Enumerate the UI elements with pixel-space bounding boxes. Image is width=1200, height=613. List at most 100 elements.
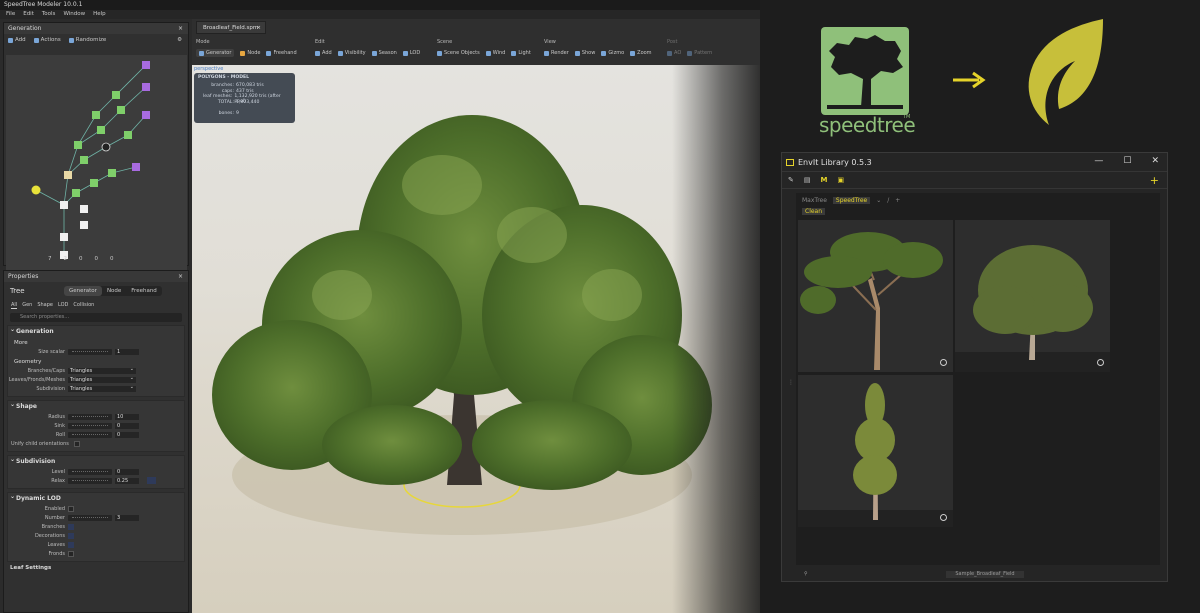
cap-node[interactable] [80, 205, 88, 213]
relax-field[interactable]: 0.25 [115, 477, 139, 484]
search-icon[interactable]: ⚲ [804, 571, 808, 577]
leaf-node[interactable] [117, 106, 125, 114]
scene-objects-button[interactable]: Scene Objects [437, 50, 480, 56]
show-button[interactable]: Show [574, 50, 595, 56]
leaf-node[interactable] [97, 126, 105, 134]
light-button[interactable]: Light [511, 50, 531, 56]
visibility-button[interactable]: Visibility [337, 50, 366, 56]
settings-icon[interactable]: ✎ [788, 176, 794, 184]
subdivision-section-header[interactable]: Subdivision [8, 454, 184, 467]
menu-file[interactable]: File [6, 10, 15, 19]
close-icon[interactable]: × [178, 23, 183, 34]
trunk-node[interactable] [60, 233, 68, 241]
size-scalar-slider[interactable] [68, 348, 112, 355]
tree-root-node[interactable] [31, 185, 41, 195]
zoom-button[interactable]: Zoom [630, 50, 652, 56]
level-slider[interactable] [68, 468, 112, 475]
close-icon[interactable]: × [256, 22, 261, 34]
pattern-button[interactable]: Pattern [687, 50, 712, 56]
roll-slider[interactable] [68, 431, 112, 438]
generator-mode-button[interactable]: Generator [196, 49, 235, 57]
asset-info-icon[interactable] [940, 514, 947, 521]
maxtree-icon[interactable]: M [821, 176, 828, 184]
add-node-button[interactable]: Add [8, 37, 26, 43]
add-icon[interactable]: + [1150, 174, 1159, 187]
leaves-select[interactable]: Triangles [68, 375, 136, 383]
branches-caps-select[interactable]: Triangles [68, 366, 136, 374]
lod-number-slider[interactable] [68, 514, 112, 521]
leaf-node[interactable] [108, 169, 116, 177]
curve-editor-icon[interactable] [147, 477, 156, 484]
asset-thumbnail[interactable] [798, 375, 953, 527]
asset-info-icon[interactable] [1097, 359, 1104, 366]
mode-freehand-button[interactable]: Freehand [126, 286, 162, 296]
splitter-handle[interactable]: ⋮ [788, 379, 794, 386]
relax-slider[interactable] [68, 477, 112, 484]
menu-edit[interactable]: Edit [23, 10, 34, 19]
3d-viewport[interactable]: perspective POLYGONS - MODEL branches: 67… [192, 65, 760, 613]
asset-thumbnail[interactable] [955, 220, 1110, 372]
tab-collision[interactable]: Collision [73, 302, 94, 309]
lod-branches-curve[interactable] [68, 523, 74, 530]
leaf-node[interactable] [124, 131, 132, 139]
property-search-input[interactable]: Search properties... [10, 313, 182, 322]
document-tab[interactable]: Broadleaf_Field.spm × [196, 21, 266, 34]
leaf-settings-header[interactable]: Leaf Settings [4, 562, 188, 572]
tag-clean[interactable]: Clean [802, 208, 826, 215]
lod-button[interactable]: LOD [402, 50, 420, 56]
generation-graph[interactable] [6, 55, 187, 273]
menu-window[interactable]: Window [63, 10, 85, 19]
menu-tools[interactable]: Tools [42, 10, 56, 19]
branch-node[interactable] [64, 171, 72, 179]
size-scalar-field[interactable]: 1 [115, 348, 139, 355]
mode-generator-button[interactable]: Generator [64, 286, 102, 296]
ao-button[interactable]: AO [667, 50, 681, 56]
chevron-down-icon[interactable]: ⌄ [876, 197, 881, 204]
level-field[interactable]: 0 [115, 468, 139, 475]
radius-slider[interactable] [68, 413, 112, 420]
mesh-node[interactable] [101, 142, 111, 152]
close-icon[interactable]: ✕ [1151, 156, 1159, 166]
unify-checkbox[interactable] [74, 440, 80, 447]
tab-maxtree[interactable]: MaxTree [802, 197, 827, 204]
lod-enabled-checkbox[interactable] [68, 505, 74, 512]
leaf-node[interactable] [74, 141, 82, 149]
leaf-node[interactable] [72, 189, 80, 197]
leaf-node[interactable] [112, 91, 120, 99]
sink-field[interactable]: 0 [115, 422, 139, 429]
branch-node[interactable] [60, 201, 68, 209]
node-mode-button[interactable]: Node [240, 50, 260, 56]
asset-thumbnail[interactable] [798, 220, 953, 372]
menu-help[interactable]: Help [93, 10, 106, 19]
lod-fronds-checkbox[interactable] [68, 550, 74, 557]
radius-field[interactable]: 10 [115, 413, 139, 420]
dynamic-lod-section-header[interactable]: Dynamic LOD [8, 491, 184, 504]
close-icon[interactable]: × [178, 271, 183, 282]
edit-add-button[interactable]: Add [315, 50, 332, 56]
actions-button[interactable]: Actions [33, 37, 61, 43]
sink-slider[interactable] [68, 422, 112, 429]
minimize-icon[interactable]: — [1094, 156, 1103, 166]
shape-section-header[interactable]: Shape [8, 399, 184, 412]
tab-gen[interactable]: Gen [22, 302, 32, 309]
mode-node-button[interactable]: Node [102, 286, 126, 296]
list-view-icon[interactable]: ▤ [804, 176, 811, 184]
tab-lod[interactable]: LOD [58, 302, 68, 309]
roll-field[interactable]: 0 [115, 431, 139, 438]
viewport-camera-label[interactable]: perspective [194, 66, 223, 72]
tab-all[interactable]: All [11, 302, 18, 309]
generation-section-header[interactable]: Generation [8, 324, 184, 337]
render-button[interactable]: Render [544, 50, 569, 56]
wind-button[interactable]: Wind [485, 50, 505, 56]
gear-icon[interactable]: ⚙ [177, 37, 182, 43]
maximize-icon[interactable]: ☐ [1123, 156, 1131, 166]
leaf-node[interactable] [80, 156, 88, 164]
cap-node[interactable] [80, 221, 88, 229]
freehand-mode-button[interactable]: Freehand [266, 50, 297, 56]
tab-shape[interactable]: Shape [37, 302, 53, 309]
leaf-node[interactable] [90, 179, 98, 187]
frond-node[interactable] [132, 163, 140, 171]
speedtree-source-icon[interactable]: ▣ [837, 176, 844, 184]
lod-leaves-curve[interactable] [68, 541, 74, 548]
frond-node[interactable] [142, 61, 150, 69]
